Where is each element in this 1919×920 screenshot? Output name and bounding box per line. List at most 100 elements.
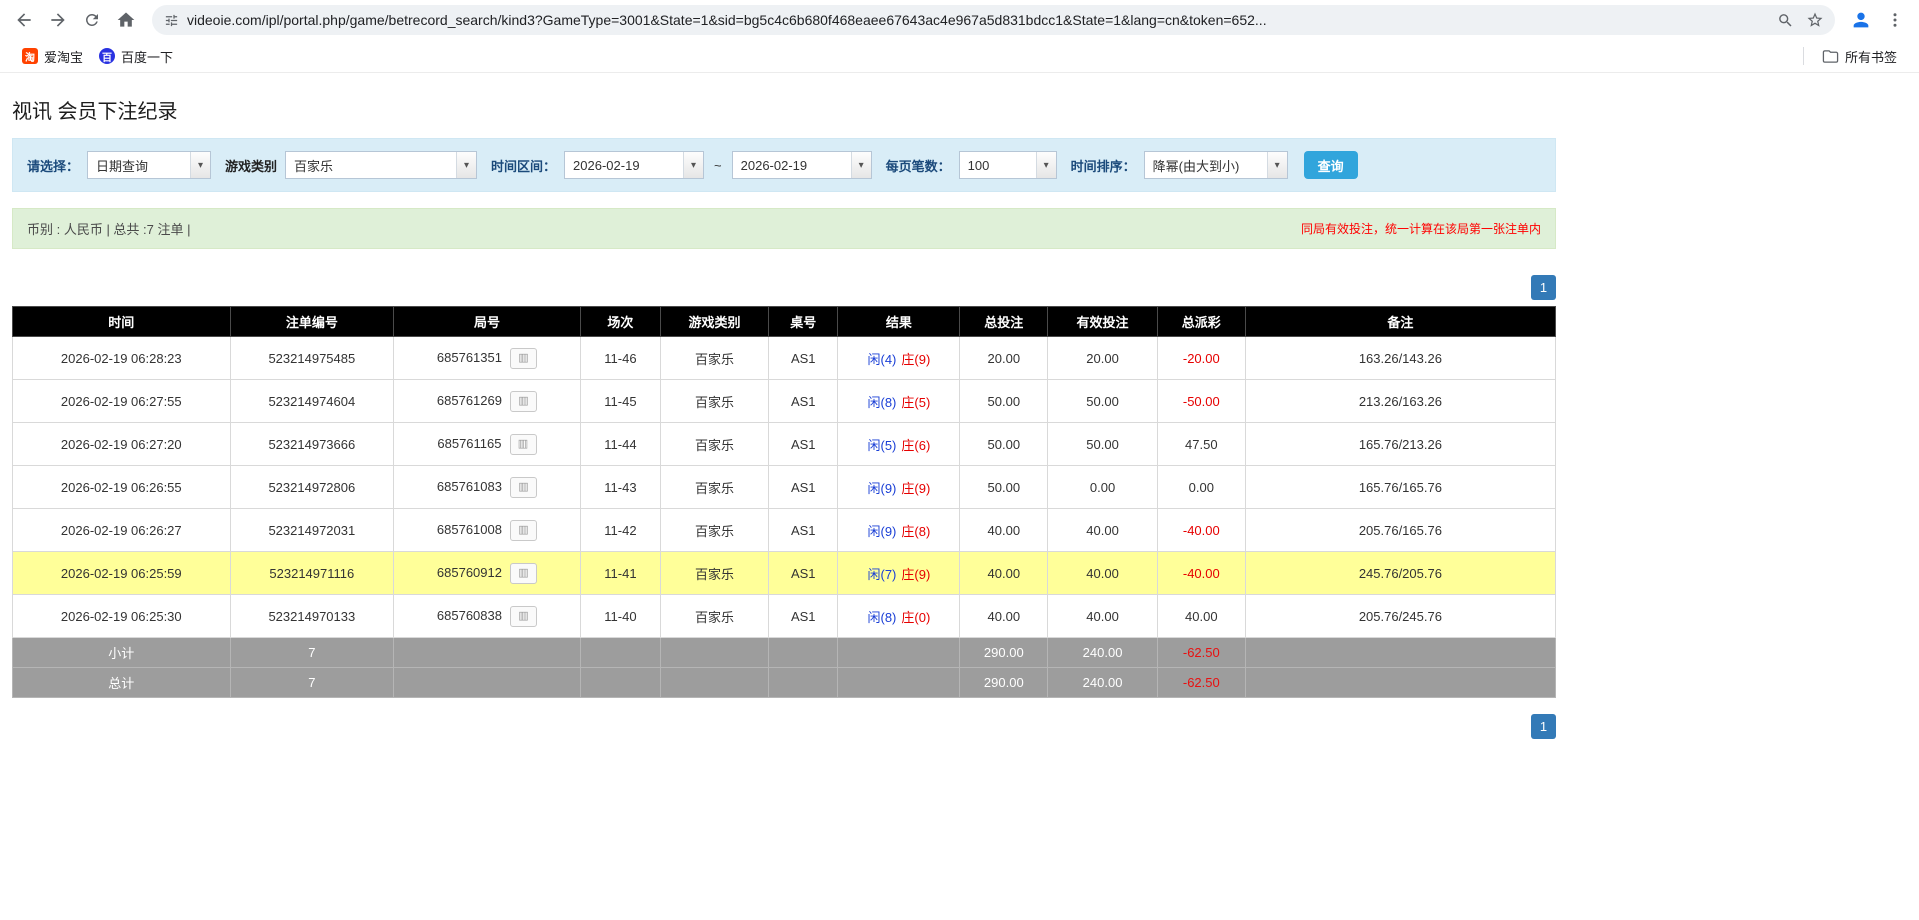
view-cards-button[interactable]: ▥ xyxy=(510,606,537,627)
result-banker: 庄(9) xyxy=(901,352,930,367)
cell-time: 2026-02-19 06:25:30 xyxy=(13,595,231,638)
cell-result: 闲(9)庄(9) xyxy=(838,466,960,509)
result-banker: 庄(0) xyxy=(901,610,930,625)
cell-round-id: 685761351▥ xyxy=(394,337,581,380)
home-button[interactable] xyxy=(110,4,142,36)
view-cards-button[interactable]: ▥ xyxy=(510,563,537,584)
cell-game-type: 百家乐 xyxy=(661,337,769,380)
cell-game-type: 百家乐 xyxy=(661,595,769,638)
cell-round-id: 685760838▥ xyxy=(394,595,581,638)
cell-payout: -50.00 xyxy=(1157,380,1245,423)
cell-table-no: AS1 xyxy=(769,337,838,380)
cell-payout: 0.00 xyxy=(1157,466,1245,509)
result-player: 闲(9) xyxy=(868,481,897,496)
cell-payout: 40.00 xyxy=(1157,595,1245,638)
pagination-bottom: 1 xyxy=(12,714,1556,769)
query-button[interactable]: 查询 xyxy=(1304,151,1358,179)
filter-bar: 请选择： 日期查询 ▾ 游戏类别 百家乐 ▾ 时间区间： 2026-02-19 … xyxy=(12,138,1556,192)
cell-table-no: AS1 xyxy=(769,552,838,595)
cell-game-type: 百家乐 xyxy=(661,552,769,595)
cell-bet-id: 523214970133 xyxy=(230,595,394,638)
round-id-text: 685761165 xyxy=(437,435,501,450)
cell-table-no: AS1 xyxy=(769,380,838,423)
bookmark-label: 百度一下 xyxy=(121,47,173,66)
cell-table-no: AS1 xyxy=(769,423,838,466)
subtotal-valid-bet: 240.00 xyxy=(1048,638,1158,668)
bookmark-baidu[interactable]: 百 百度一下 xyxy=(91,43,181,70)
bookmark-star-icon[interactable] xyxy=(1801,6,1829,34)
date-from-picker[interactable]: 2026-02-19 ▾ xyxy=(564,151,704,179)
result-banker: 庄(5) xyxy=(901,395,930,410)
query-type-value: 日期查询 xyxy=(88,152,190,178)
zoom-icon[interactable] xyxy=(1771,6,1799,34)
address-bar[interactable]: videoie.com/ipl/portal.php/game/betrecor… xyxy=(152,5,1835,35)
subtotal-count: 7 xyxy=(230,638,394,668)
cell-result: 闲(7)庄(9) xyxy=(838,552,960,595)
header-table-no: 桌号 xyxy=(769,307,838,337)
page-size-combo[interactable]: 100 ▾ xyxy=(959,151,1057,179)
view-cards-button[interactable]: ▥ xyxy=(510,391,537,412)
all-bookmarks-button[interactable]: 所有书签 xyxy=(1814,43,1905,70)
round-id-text: 685761083 xyxy=(437,478,502,493)
time-range-label: 时间区间： xyxy=(491,156,556,175)
cell-valid-bet: 0.00 xyxy=(1048,466,1158,509)
subtotal-row: 小计 7 290.00 240.00 -62.50 xyxy=(13,638,1556,668)
chevron-down-icon[interactable]: ▾ xyxy=(1036,152,1056,178)
bookmark-aitaobao[interactable]: 淘 爱淘宝 xyxy=(14,43,91,70)
total-count: 7 xyxy=(230,668,394,698)
bet-records-table: 时间 注单编号 局号 场次 游戏类别 桌号 结果 总投注 有效投注 总派彩 备注… xyxy=(12,306,1556,698)
cell-time: 2026-02-19 06:28:23 xyxy=(13,337,231,380)
cell-game-type: 百家乐 xyxy=(661,423,769,466)
date-to-picker[interactable]: 2026-02-19 ▾ xyxy=(732,151,872,179)
sort-order-combo[interactable]: 降幂(由大到小) ▾ xyxy=(1144,151,1288,179)
cell-round-id: 685761008 ▥ xyxy=(394,509,581,552)
result-player: 闲(4) xyxy=(868,352,897,367)
header-time: 时间 xyxy=(13,307,231,337)
view-cards-button[interactable]: ▥ xyxy=(510,477,537,498)
cell-valid-bet: 40.00 xyxy=(1048,509,1158,552)
cell-round-id: 685761165 ▥ xyxy=(394,423,581,466)
cell-result: 闲(8)庄(5) xyxy=(838,380,960,423)
refresh-icon xyxy=(83,11,101,29)
site-info-icon[interactable] xyxy=(164,13,179,28)
page-title: 视讯 会员下注纪录 xyxy=(12,95,1556,124)
cell-time: 2026-02-19 06:25:59 xyxy=(13,552,231,595)
chevron-down-icon[interactable]: ▾ xyxy=(851,152,871,178)
header-round-id: 局号 xyxy=(394,307,581,337)
refresh-button[interactable] xyxy=(76,4,108,36)
round-id-text: 685761008 xyxy=(437,521,502,536)
cell-game-type: 百家乐 xyxy=(661,466,769,509)
view-cards-button[interactable]: ▥ xyxy=(510,434,537,455)
chevron-down-icon[interactable]: ▾ xyxy=(683,152,703,178)
cell-session: 11-44 xyxy=(580,423,660,466)
game-type-value: 百家乐 xyxy=(286,152,456,178)
browser-menu-icon[interactable] xyxy=(1879,4,1911,36)
page-1-button[interactable]: 1 xyxy=(1531,275,1556,300)
chevron-down-icon[interactable]: ▾ xyxy=(190,152,210,178)
back-button[interactable] xyxy=(8,4,40,36)
cell-total-bet: 50.00 xyxy=(960,423,1048,466)
forward-button[interactable] xyxy=(42,4,74,36)
result-player: 闲(7) xyxy=(868,567,897,582)
chevron-down-icon[interactable]: ▾ xyxy=(1267,152,1287,178)
cell-table-no: AS1 xyxy=(769,595,838,638)
cell-session: 11-41 xyxy=(580,552,660,595)
cell-bet-id: 523214971116 xyxy=(230,552,394,595)
cell-bet-id: 523214973666 xyxy=(230,423,394,466)
taobao-favicon-icon: 淘 xyxy=(22,48,38,64)
page-1-button[interactable]: 1 xyxy=(1531,714,1556,739)
query-type-combo[interactable]: 日期查询 ▾ xyxy=(87,151,211,179)
cell-time: 2026-02-19 06:27:55 xyxy=(13,380,231,423)
cell-remark: 245.76/205.76 xyxy=(1245,552,1555,595)
view-cards-button[interactable]: ▥ xyxy=(510,348,537,369)
result-banker: 庄(8) xyxy=(901,524,930,539)
view-cards-button[interactable]: ▥ xyxy=(510,520,537,541)
cell-round-id: 685760912▥ xyxy=(394,552,581,595)
header-session: 场次 xyxy=(580,307,660,337)
url-text[interactable]: videoie.com/ipl/portal.php/game/betrecor… xyxy=(187,12,1771,28)
profile-avatar[interactable] xyxy=(1845,4,1877,36)
chevron-down-icon[interactable]: ▾ xyxy=(456,152,476,178)
cell-time: 2026-02-19 06:26:55 xyxy=(13,466,231,509)
game-type-combo[interactable]: 百家乐 ▾ xyxy=(285,151,477,179)
cell-total-bet: 20.00 xyxy=(960,337,1048,380)
